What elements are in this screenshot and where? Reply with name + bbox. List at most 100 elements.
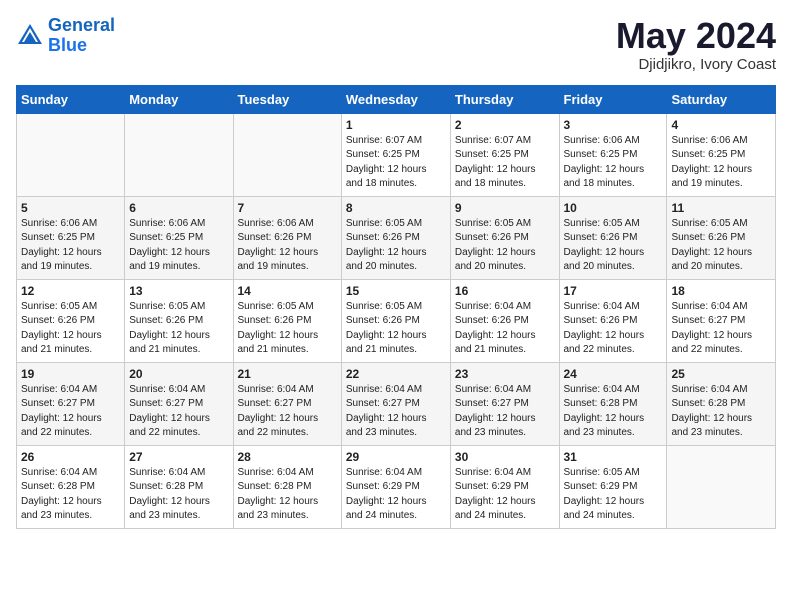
location: Djidjikro, Ivory Coast [616, 56, 776, 73]
calendar-cell: 24Sunrise: 6:04 AM Sunset: 6:28 PM Dayli… [559, 362, 667, 445]
day-info: Sunrise: 6:05 AM Sunset: 6:29 PM Dayligh… [564, 466, 663, 524]
day-number: 7 [238, 201, 337, 215]
day-info: Sunrise: 6:05 AM Sunset: 6:26 PM Dayligh… [21, 300, 120, 358]
day-info: Sunrise: 6:04 AM Sunset: 6:28 PM Dayligh… [564, 383, 663, 441]
calendar-cell: 6 Sunrise: 6:06 AM Sunset: 6:25 PM Daylig… [125, 196, 233, 279]
day-info: Sunrise: 6:05 AM Sunset: 6:26 PM Dayligh… [671, 217, 771, 275]
day-info: Sunrise: 6:04 AM Sunset: 6:27 PM Dayligh… [129, 383, 228, 441]
logo-icon [16, 22, 44, 50]
calendar-cell: 9 Sunrise: 6:05 AM Sunset: 6:26 PM Daylig… [450, 196, 559, 279]
day-info: Sunrise: 6:04 AM Sunset: 6:27 PM Dayligh… [346, 383, 446, 441]
day-number: 31 [564, 450, 663, 464]
day-info: Sunrise: 6:06 AM Sunset: 6:26 PM Dayligh… [238, 217, 337, 275]
calendar-cell [17, 113, 125, 196]
weekday-header-thursday: Thursday [450, 85, 559, 113]
day-number: 15 [346, 284, 446, 298]
calendar-cell [667, 445, 776, 528]
calendar-cell: 20 Sunrise: 6:04 AM Sunset: 6:27 PM Dayli… [125, 362, 233, 445]
calendar-cell: 22Sunrise: 6:04 AM Sunset: 6:27 PM Dayli… [341, 362, 450, 445]
calendar-cell: 11 Sunrise: 6:05 AM Sunset: 6:26 PM Dayli… [667, 196, 776, 279]
calendar-cell: 15 Sunrise: 6:05 AM Sunset: 6:26 PM Dayli… [341, 279, 450, 362]
calendar-cell: 18 Sunrise: 6:04 AM Sunset: 6:27 PM Dayli… [667, 279, 776, 362]
calendar-cell: 14 Sunrise: 6:05 AM Sunset: 6:26 PM Dayli… [233, 279, 341, 362]
day-number: 5 [21, 201, 120, 215]
day-number: 1 [346, 118, 446, 132]
calendar-cell: 21 Sunrise: 6:04 AM Sunset: 6:27 PM Dayli… [233, 362, 341, 445]
day-info: Sunrise: 6:04 AM Sunset: 6:26 PM Dayligh… [455, 300, 555, 358]
day-info: Sunrise: 6:05 AM Sunset: 6:26 PM Dayligh… [346, 217, 446, 275]
day-info: Sunrise: 6:07 AM Sunset: 6:25 PM Dayligh… [455, 134, 555, 192]
day-number: 10 [564, 201, 663, 215]
calendar-cell: 28 Sunrise: 6:04 AM Sunset: 6:28 PM Dayli… [233, 445, 341, 528]
day-info: Sunrise: 6:06 AM Sunset: 6:25 PM Dayligh… [671, 134, 771, 192]
calendar-cell: 19 Sunrise: 6:04 AM Sunset: 6:27 PM Dayli… [17, 362, 125, 445]
calendar-cell: 3Sunrise: 6:06 AM Sunset: 6:25 PM Daylig… [559, 113, 667, 196]
day-number: 20 [129, 367, 228, 381]
weekday-header-monday: Monday [125, 85, 233, 113]
day-number: 14 [238, 284, 337, 298]
day-info: Sunrise: 6:04 AM Sunset: 6:27 PM Dayligh… [455, 383, 555, 441]
day-number: 23 [455, 367, 555, 381]
calendar-cell: 26 Sunrise: 6:04 AM Sunset: 6:28 PM Dayli… [17, 445, 125, 528]
calendar-cell: 8 Sunrise: 6:05 AM Sunset: 6:26 PM Daylig… [341, 196, 450, 279]
day-number: 21 [238, 367, 337, 381]
calendar-cell: 13Sunrise: 6:05 AM Sunset: 6:26 PM Dayli… [125, 279, 233, 362]
day-info: Sunrise: 6:05 AM Sunset: 6:26 PM Dayligh… [564, 217, 663, 275]
calendar-cell: 1 Sunrise: 6:07 AM Sunset: 6:25 PM Daylig… [341, 113, 450, 196]
day-info: Sunrise: 6:05 AM Sunset: 6:26 PM Dayligh… [455, 217, 555, 275]
day-info: Sunrise: 6:06 AM Sunset: 6:25 PM Dayligh… [21, 217, 120, 275]
title-block: May 2024 Djidjikro, Ivory Coast [616, 16, 776, 73]
logo-text: General Blue [48, 16, 115, 56]
day-info: Sunrise: 6:04 AM Sunset: 6:28 PM Dayligh… [238, 466, 337, 524]
day-number: 27 [129, 450, 228, 464]
day-info: Sunrise: 6:06 AM Sunset: 6:25 PM Dayligh… [564, 134, 663, 192]
calendar-cell: 2 Sunrise: 6:07 AM Sunset: 6:25 PM Daylig… [450, 113, 559, 196]
calendar-cell [233, 113, 341, 196]
day-number: 16 [455, 284, 555, 298]
calendar-cell: 30 Sunrise: 6:04 AM Sunset: 6:29 PM Dayli… [450, 445, 559, 528]
calendar-cell: 31 Sunrise: 6:05 AM Sunset: 6:29 PM Dayli… [559, 445, 667, 528]
calendar-cell: 7 Sunrise: 6:06 AM Sunset: 6:26 PM Daylig… [233, 196, 341, 279]
day-info: Sunrise: 6:04 AM Sunset: 6:28 PM Dayligh… [671, 383, 771, 441]
day-info: Sunrise: 6:04 AM Sunset: 6:26 PM Dayligh… [564, 300, 663, 358]
calendar-cell: 25Sunrise: 6:04 AM Sunset: 6:28 PM Dayli… [667, 362, 776, 445]
day-info: Sunrise: 6:04 AM Sunset: 6:28 PM Dayligh… [129, 466, 228, 524]
calendar-table: SundayMondayTuesdayWednesdayThursdayFrid… [16, 85, 776, 529]
calendar-week-2: 5 Sunrise: 6:06 AM Sunset: 6:25 PM Daylig… [17, 196, 776, 279]
day-info: Sunrise: 6:05 AM Sunset: 6:26 PM Dayligh… [238, 300, 337, 358]
day-info: Sunrise: 6:04 AM Sunset: 6:29 PM Dayligh… [455, 466, 555, 524]
weekday-header-wednesday: Wednesday [341, 85, 450, 113]
day-number: 9 [455, 201, 555, 215]
weekday-header-tuesday: Tuesday [233, 85, 341, 113]
day-number: 19 [21, 367, 120, 381]
calendar-cell: 12Sunrise: 6:05 AM Sunset: 6:26 PM Dayli… [17, 279, 125, 362]
calendar-cell: 17Sunrise: 6:04 AM Sunset: 6:26 PM Dayli… [559, 279, 667, 362]
day-info: Sunrise: 6:04 AM Sunset: 6:27 PM Dayligh… [21, 383, 120, 441]
day-number: 26 [21, 450, 120, 464]
day-info: Sunrise: 6:04 AM Sunset: 6:28 PM Dayligh… [21, 466, 120, 524]
day-number: 29 [346, 450, 446, 464]
day-number: 18 [671, 284, 771, 298]
day-info: Sunrise: 6:07 AM Sunset: 6:25 PM Dayligh… [346, 134, 446, 192]
month-title: May 2024 [616, 16, 776, 56]
calendar-week-1: 1 Sunrise: 6:07 AM Sunset: 6:25 PM Daylig… [17, 113, 776, 196]
calendar-week-5: 26 Sunrise: 6:04 AM Sunset: 6:28 PM Dayli… [17, 445, 776, 528]
day-number: 30 [455, 450, 555, 464]
day-number: 28 [238, 450, 337, 464]
day-number: 4 [671, 118, 771, 132]
day-number: 11 [671, 201, 771, 215]
day-info: Sunrise: 6:04 AM Sunset: 6:27 PM Dayligh… [238, 383, 337, 441]
day-info: Sunrise: 6:04 AM Sunset: 6:27 PM Dayligh… [671, 300, 771, 358]
calendar-week-4: 19 Sunrise: 6:04 AM Sunset: 6:27 PM Dayli… [17, 362, 776, 445]
day-number: 6 [129, 201, 228, 215]
day-number: 8 [346, 201, 446, 215]
day-number: 13 [129, 284, 228, 298]
day-number: 2 [455, 118, 555, 132]
day-info: Sunrise: 6:05 AM Sunset: 6:26 PM Dayligh… [346, 300, 446, 358]
day-info: Sunrise: 6:06 AM Sunset: 6:25 PM Dayligh… [129, 217, 228, 275]
calendar-week-3: 12Sunrise: 6:05 AM Sunset: 6:26 PM Dayli… [17, 279, 776, 362]
day-info: Sunrise: 6:04 AM Sunset: 6:29 PM Dayligh… [346, 466, 446, 524]
weekday-header-friday: Friday [559, 85, 667, 113]
calendar-cell: 5 Sunrise: 6:06 AM Sunset: 6:25 PM Daylig… [17, 196, 125, 279]
weekday-header-saturday: Saturday [667, 85, 776, 113]
